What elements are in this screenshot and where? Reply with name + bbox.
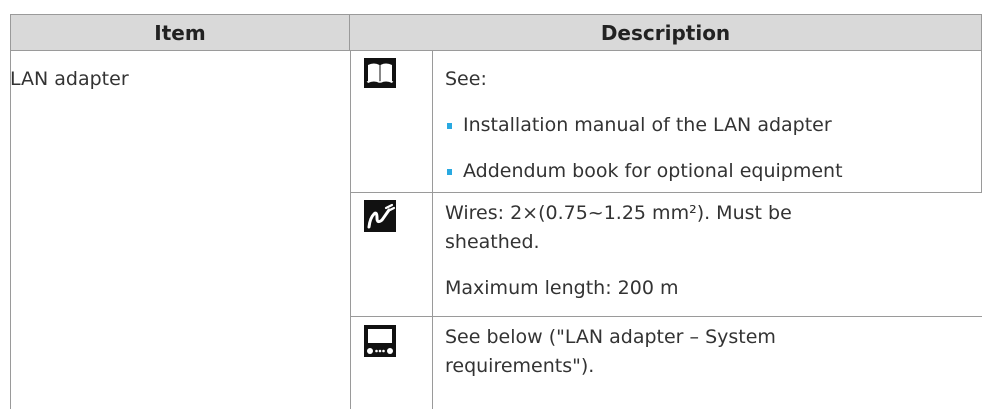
item-lan-adapter: LAN adapter <box>10 68 129 90</box>
border-right <box>981 51 982 193</box>
bullet-addendum-book: Addendum book for optional equipment <box>463 160 843 182</box>
lan-adapter-device-icon <box>364 325 396 357</box>
divider-row-1 <box>350 192 982 193</box>
border-icon-col <box>432 51 433 409</box>
wire-connection-icon <box>364 200 396 232</box>
see-below-line2: requirements"). <box>445 355 595 377</box>
border-left <box>10 51 11 409</box>
bullet-installation-manual: Installation manual of the LAN adapter <box>463 114 832 136</box>
header-item: Item <box>10 14 350 51</box>
border-item-desc <box>350 51 351 409</box>
wires-spec-line2: sheathed. <box>445 231 540 253</box>
max-length: Maximum length: 200 m <box>445 277 679 299</box>
bullet-marker <box>447 169 452 175</box>
wires-spec-line1: Wires: 2×(0.75~1.25 mm²). Must be <box>445 202 792 224</box>
bullet-marker <box>447 123 452 129</box>
divider-row-2 <box>350 316 982 317</box>
header-description: Description <box>350 14 982 51</box>
manual-book-icon <box>364 58 396 88</box>
see-label: See: <box>445 68 487 90</box>
see-below-line1: See below ("LAN adapter – System <box>445 326 776 348</box>
components-table: Item Description LAN adapter See: Instal… <box>10 14 982 409</box>
